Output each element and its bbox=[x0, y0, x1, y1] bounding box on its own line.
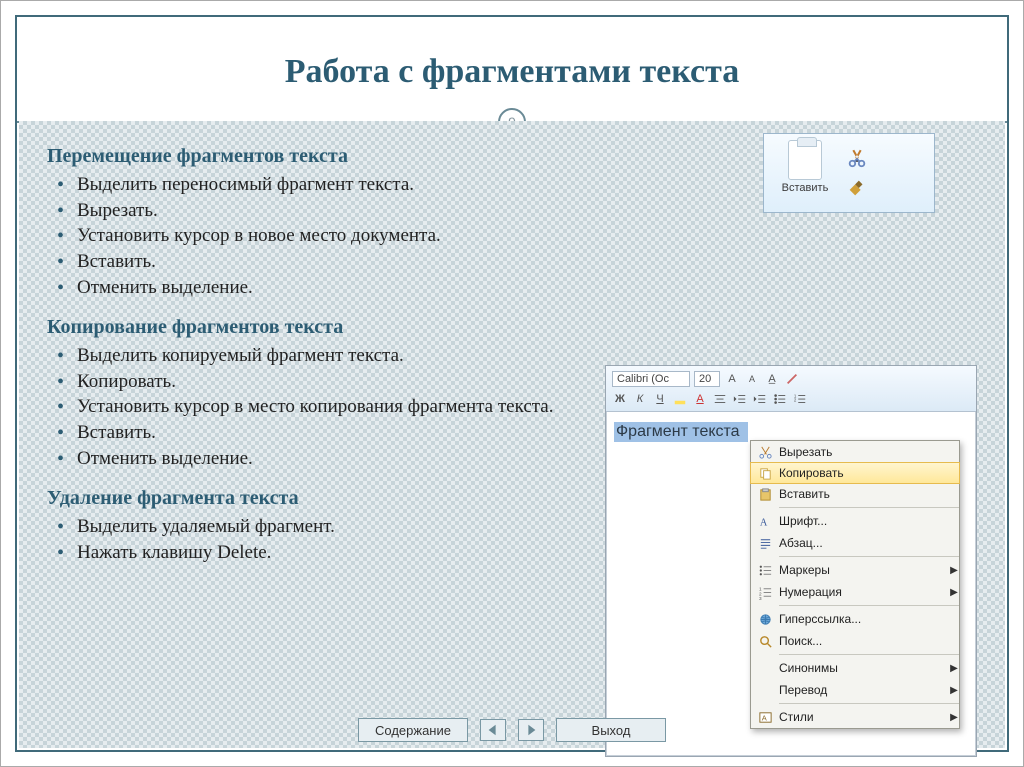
section-title-copy: Копирование фрагментов текста bbox=[47, 314, 977, 341]
menu-translate[interactable]: Перевод ▶ bbox=[751, 679, 959, 701]
underline-icon[interactable]: Ч bbox=[652, 391, 668, 407]
content-area: Перемещение фрагментов текста Выделить п… bbox=[19, 121, 1005, 748]
decrease-indent-icon[interactable] bbox=[732, 391, 748, 407]
menu-label: Поиск... bbox=[779, 634, 959, 648]
submenu-arrow-icon: ▶ bbox=[949, 587, 959, 598]
list-item: Отменить выделение. bbox=[53, 275, 977, 301]
svg-text:A: A bbox=[759, 517, 767, 528]
paragraph-icon bbox=[753, 532, 777, 554]
context-menu: Вырезать Копировать Вставить A bbox=[750, 440, 960, 729]
selected-text: Фрагмент текста bbox=[614, 422, 748, 442]
toc-button[interactable]: Содержание bbox=[358, 718, 468, 742]
highlight-icon[interactable] bbox=[672, 391, 688, 407]
next-button[interactable] bbox=[518, 719, 544, 741]
document-area[interactable]: Фрагмент текста Вырезать Копировать bbox=[606, 412, 976, 452]
menu-label: Абзац... bbox=[779, 536, 959, 550]
list-item: Установить курсор в новое место документ… bbox=[53, 223, 977, 249]
shrink-font-icon[interactable]: A bbox=[744, 371, 760, 387]
menu-label: Копировать bbox=[779, 466, 959, 480]
menu-paragraph[interactable]: Абзац... bbox=[751, 532, 959, 554]
menu-separator bbox=[779, 703, 959, 704]
numbering-icon: 123 bbox=[753, 581, 777, 603]
menu-label: Синонимы bbox=[779, 661, 949, 675]
menu-bullets[interactable]: Маркеры ▶ bbox=[751, 559, 959, 581]
menu-label: Перевод bbox=[779, 683, 949, 697]
format-painter-icon[interactable] bbox=[846, 177, 868, 199]
scissors-icon bbox=[753, 441, 777, 463]
clipboard-icon bbox=[788, 140, 822, 180]
font-size-box[interactable]: 20 bbox=[694, 371, 720, 387]
numbering-icon[interactable]: 12 bbox=[792, 391, 808, 407]
exit-button[interactable]: Выход bbox=[556, 718, 666, 742]
font-color-icon[interactable]: A bbox=[692, 391, 708, 407]
bullets-icon[interactable] bbox=[772, 391, 788, 407]
menu-separator bbox=[779, 654, 959, 655]
menu-label: Вырезать bbox=[779, 445, 959, 459]
clear-format-icon[interactable] bbox=[784, 371, 800, 387]
word-window: Calibri (Оc 20 A A A̲ Ж К Ч A bbox=[605, 365, 977, 757]
scissors-icon[interactable] bbox=[846, 147, 868, 169]
menu-font[interactable]: A Шрифт... bbox=[751, 510, 959, 532]
menu-separator bbox=[779, 507, 959, 508]
arrow-left-icon bbox=[486, 723, 500, 737]
menu-label: Гиперссылка... bbox=[779, 612, 959, 626]
menu-separator bbox=[779, 605, 959, 606]
submenu-arrow-icon: ▶ bbox=[949, 685, 959, 696]
font-name-box[interactable]: Calibri (Оc bbox=[612, 371, 690, 387]
menu-search[interactable]: Поиск... bbox=[751, 630, 959, 652]
bullets-icon bbox=[753, 559, 777, 581]
font-icon: A bbox=[753, 510, 777, 532]
align-center-icon[interactable] bbox=[712, 391, 728, 407]
bold-icon[interactable]: Ж bbox=[612, 391, 628, 407]
paste-label: Вставить bbox=[770, 182, 840, 194]
arrow-right-icon bbox=[524, 723, 538, 737]
menu-cut[interactable]: Вырезать bbox=[751, 441, 959, 463]
svg-text:2: 2 bbox=[794, 398, 797, 403]
submenu-arrow-icon: ▶ bbox=[949, 565, 959, 576]
paste-icon bbox=[753, 483, 777, 505]
blank-icon bbox=[753, 679, 777, 701]
blank-icon bbox=[753, 657, 777, 679]
slide: Работа с фрагментами текста 9 Перемещени… bbox=[0, 0, 1024, 767]
search-icon bbox=[753, 630, 777, 652]
copy-icon bbox=[753, 462, 777, 484]
menu-separator bbox=[779, 556, 959, 557]
prev-button[interactable] bbox=[480, 719, 506, 741]
grow-font-icon[interactable]: A bbox=[724, 371, 740, 387]
menu-paste[interactable]: Вставить bbox=[751, 483, 959, 505]
mini-toolbar: Calibri (Оc 20 A A A̲ Ж К Ч A bbox=[606, 366, 976, 412]
menu-label: Маркеры bbox=[779, 563, 949, 577]
menu-synonyms[interactable]: Синонимы ▶ bbox=[751, 657, 959, 679]
menu-label: Нумерация bbox=[779, 585, 949, 599]
menu-copy[interactable]: Копировать bbox=[750, 462, 960, 484]
slide-frame: Работа с фрагментами текста 9 Перемещени… bbox=[15, 15, 1009, 752]
globe-icon bbox=[753, 608, 777, 630]
increase-indent-icon[interactable] bbox=[752, 391, 768, 407]
submenu-arrow-icon: ▶ bbox=[949, 663, 959, 674]
italic-icon[interactable]: К bbox=[632, 391, 648, 407]
slide-title: Работа с фрагментами текста bbox=[17, 53, 1007, 91]
list-item: Вставить. bbox=[53, 249, 977, 275]
footer: Содержание Выход bbox=[19, 718, 1005, 742]
svg-text:3: 3 bbox=[758, 596, 761, 600]
change-case-icon[interactable]: A̲ bbox=[764, 371, 780, 387]
menu-numbering[interactable]: 123 Нумерация ▶ bbox=[751, 581, 959, 603]
paste-button[interactable]: Вставить bbox=[770, 140, 840, 206]
menu-hyperlink[interactable]: Гиперссылка... bbox=[751, 608, 959, 630]
menu-label: Вставить bbox=[779, 487, 959, 501]
clipboard-toolbar: Вставить bbox=[763, 133, 935, 213]
menu-label: Шрифт... bbox=[779, 514, 959, 528]
